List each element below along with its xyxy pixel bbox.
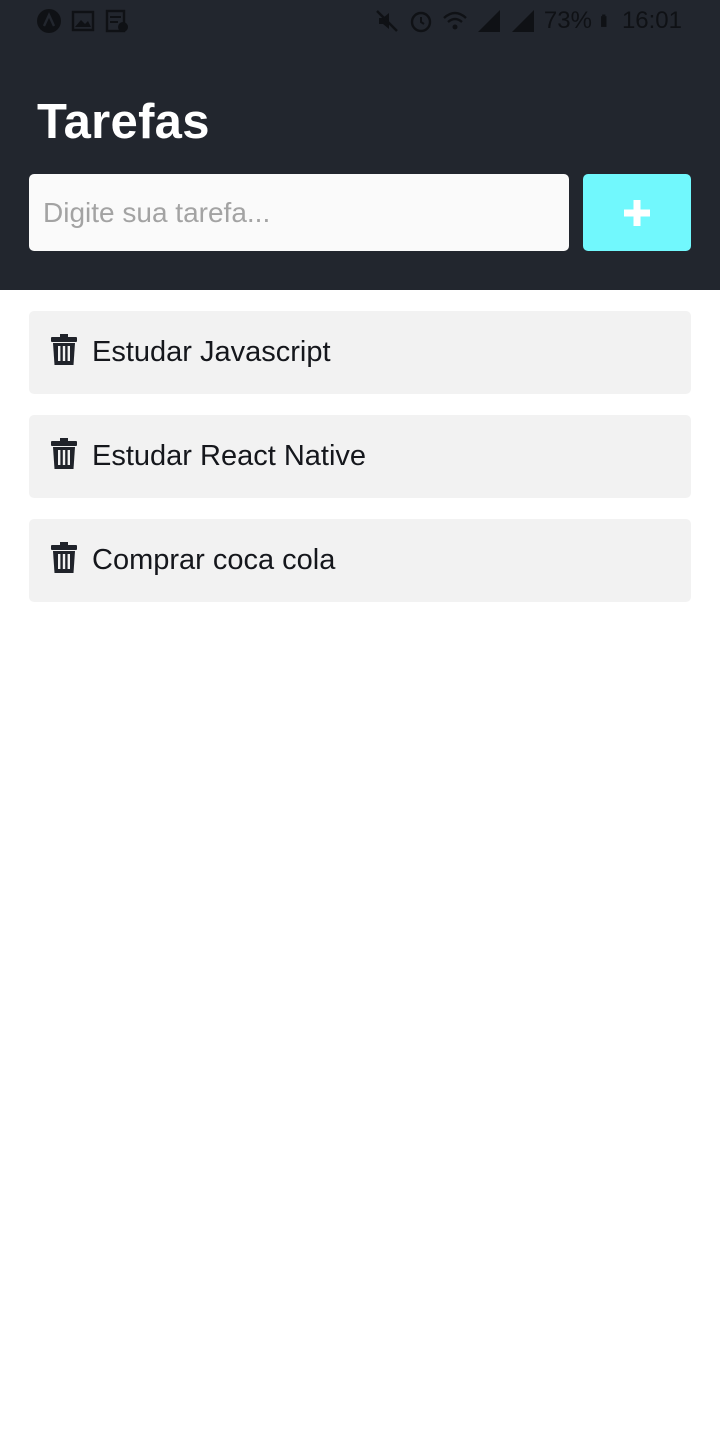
app-icon <box>37 9 61 33</box>
trash-icon <box>51 334 77 365</box>
add-task-button[interactable] <box>583 174 691 251</box>
task-input[interactable] <box>29 174 569 251</box>
delete-task-button[interactable] <box>51 438 77 470</box>
delete-task-button[interactable] <box>51 334 77 366</box>
battery-percent: 73% <box>543 7 592 34</box>
task-label: Estudar Javascript <box>92 336 331 368</box>
task-item: Estudar Javascript <box>29 311 691 394</box>
trash-icon <box>51 438 77 469</box>
trash-icon <box>51 542 77 573</box>
app-header: 73% 16:01 Tarefas <box>0 0 720 290</box>
delete-task-button[interactable] <box>51 542 77 574</box>
status-time: 16:01 <box>621 7 682 34</box>
plus-icon <box>624 199 650 226</box>
status-bar-left <box>36 8 130 34</box>
battery-icon <box>601 14 607 27</box>
status-bar: 73% 16:01 <box>0 0 720 44</box>
task-item: Estudar React Native <box>29 415 691 498</box>
status-bar-right: 73% 16:01 <box>374 8 682 34</box>
task-item: Comprar coca cola <box>29 519 691 602</box>
task-list: Estudar Javascript Estudar React Native <box>29 311 691 623</box>
task-label: Comprar coca cola <box>92 544 336 576</box>
signal-icon <box>477 10 500 32</box>
alarm-icon <box>410 11 432 33</box>
image-icon <box>71 10 95 32</box>
task-label: Estudar React Native <box>92 440 367 472</box>
wifi-icon <box>443 11 467 30</box>
notes-icon <box>105 9 128 33</box>
mute-icon <box>376 10 398 32</box>
signal-icon <box>511 10 534 32</box>
page-title: Tarefas <box>37 95 210 149</box>
